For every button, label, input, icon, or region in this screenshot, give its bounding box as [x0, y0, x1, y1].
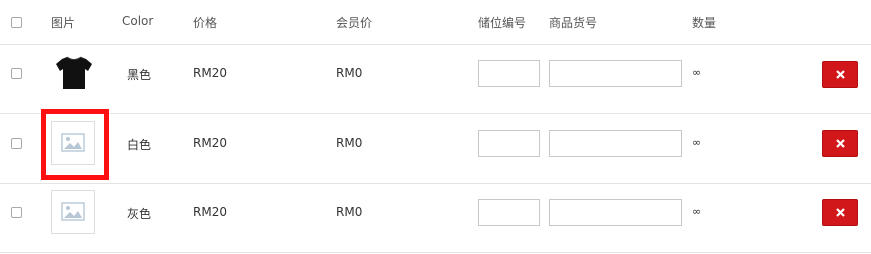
column-header-location-code: 储位编号: [478, 16, 527, 30]
product-code-input[interactable]: [549, 130, 682, 157]
column-header-price: 价格: [193, 16, 218, 30]
row-divider: [0, 113, 871, 114]
close-icon: [836, 208, 845, 217]
product-code-input[interactable]: [549, 199, 682, 226]
row-checkbox[interactable]: [11, 68, 22, 79]
location-code-input[interactable]: [478, 130, 540, 157]
product-code-input[interactable]: [549, 60, 682, 87]
close-icon: [836, 70, 845, 79]
price-value: RM20: [193, 66, 227, 80]
column-header-product-code: 商品货号: [549, 16, 598, 30]
color-value: 白色: [127, 138, 152, 152]
location-code-input[interactable]: [478, 60, 540, 87]
column-header-color: Color: [122, 14, 154, 28]
price-value: RM20: [193, 136, 227, 150]
highlight-box: [41, 109, 109, 180]
tshirt-icon: [56, 56, 92, 89]
column-header-quantity: 数量: [692, 16, 717, 30]
color-value: 黑色: [127, 68, 152, 82]
row-divider: [0, 252, 871, 253]
member-price-value: RM0: [336, 136, 363, 150]
color-value: 灰色: [127, 207, 152, 221]
product-thumbnail[interactable]: [54, 53, 94, 93]
delete-button[interactable]: [822, 199, 858, 226]
location-code-input[interactable]: [478, 199, 540, 226]
image-placeholder-icon: [61, 202, 85, 221]
column-header-image: 图片: [51, 16, 76, 30]
member-price-value: RM0: [336, 66, 363, 80]
delete-button[interactable]: [822, 61, 858, 88]
close-icon: [836, 139, 845, 148]
product-thumbnail[interactable]: [51, 190, 95, 234]
quantity-value: ∞: [692, 205, 702, 218]
quantity-value: ∞: [692, 136, 702, 149]
select-all-checkbox[interactable]: [11, 17, 22, 28]
row-checkbox[interactable]: [11, 207, 22, 218]
member-price-value: RM0: [336, 205, 363, 219]
row-divider: [0, 44, 871, 45]
column-header-member-price: 会员价: [336, 16, 373, 30]
delete-button[interactable]: [822, 130, 858, 157]
row-checkbox[interactable]: [11, 138, 22, 149]
row-divider: [0, 183, 871, 184]
quantity-value: ∞: [692, 66, 702, 79]
price-value: RM20: [193, 205, 227, 219]
